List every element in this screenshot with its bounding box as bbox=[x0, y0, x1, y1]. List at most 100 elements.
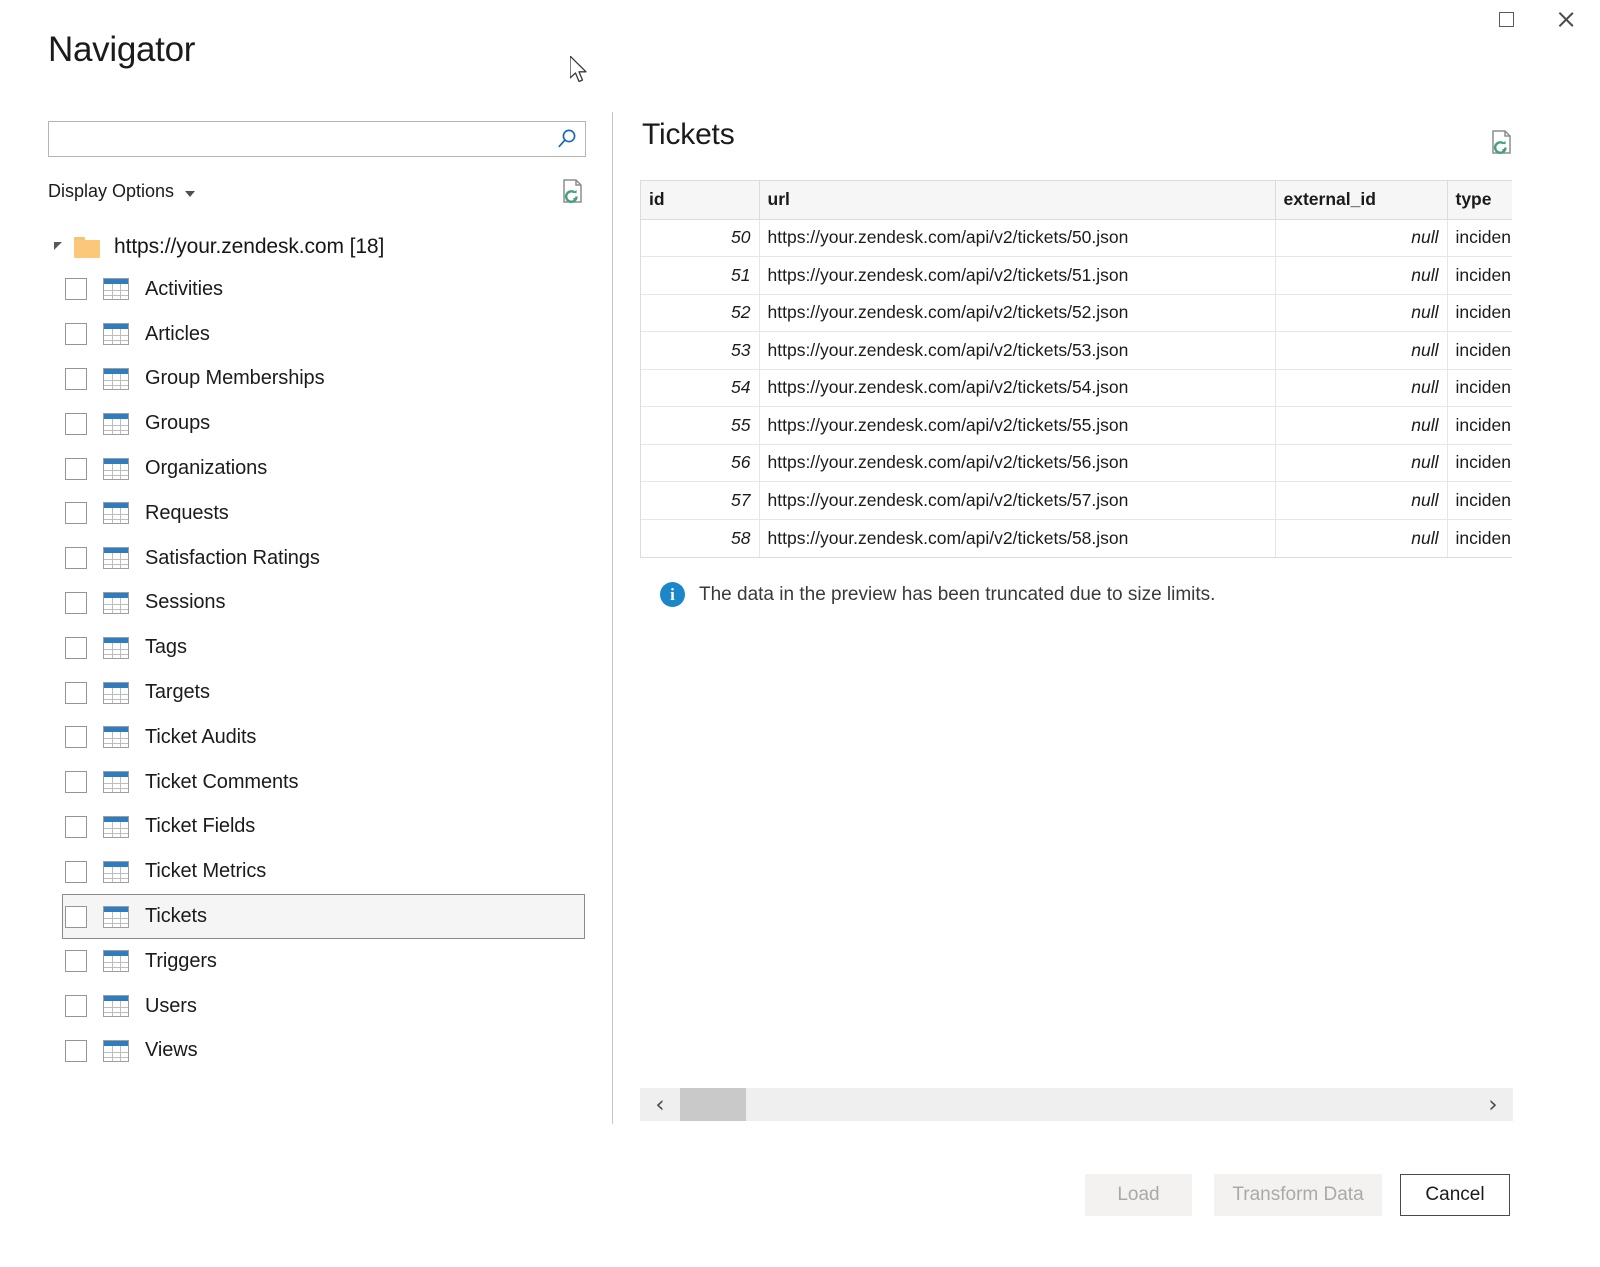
cell-type: inciden bbox=[1447, 482, 1512, 520]
cell-url: https://your.zendesk.com/api/v2/tickets/… bbox=[759, 332, 1275, 370]
tree-item-checkbox[interactable] bbox=[65, 592, 87, 614]
tree-item-group-memberships[interactable]: Group Memberships bbox=[0, 357, 587, 402]
table-row[interactable]: 56https://your.zendesk.com/api/v2/ticket… bbox=[641, 444, 1512, 482]
table-tree: https://your.zendesk.com [18] Activities… bbox=[0, 227, 612, 1073]
table-row[interactable]: 51https://your.zendesk.com/api/v2/ticket… bbox=[641, 257, 1512, 295]
tree-item-checkbox[interactable] bbox=[65, 278, 87, 300]
tree-item-ticket-comments[interactable]: Ticket Comments bbox=[0, 760, 587, 805]
tree-item-checkbox[interactable] bbox=[65, 1040, 87, 1062]
tree-item-checkbox[interactable] bbox=[65, 458, 87, 480]
tree-item-checkbox[interactable] bbox=[65, 368, 87, 390]
cell-type: inciden bbox=[1447, 219, 1512, 257]
table-row[interactable]: 55https://your.zendesk.com/api/v2/ticket… bbox=[641, 407, 1512, 445]
tree-item-triggers[interactable]: Triggers bbox=[0, 939, 587, 984]
cell-external-id: null bbox=[1275, 369, 1447, 407]
expander-expanded-icon[interactable] bbox=[54, 242, 62, 250]
tree-item-checkbox[interactable] bbox=[65, 682, 87, 704]
tree-item-activities[interactable]: Activities bbox=[0, 267, 587, 312]
tree-item-checkbox[interactable] bbox=[65, 950, 87, 972]
column-header-external-id[interactable]: external_id bbox=[1275, 181, 1447, 219]
table-row[interactable]: 52https://your.zendesk.com/api/v2/ticket… bbox=[641, 294, 1512, 332]
search-icon[interactable] bbox=[549, 122, 585, 156]
tree-item-checkbox[interactable] bbox=[65, 861, 87, 883]
table-row[interactable]: 54https://your.zendesk.com/api/v2/ticket… bbox=[641, 369, 1512, 407]
tree-item-sessions[interactable]: Sessions bbox=[0, 581, 587, 626]
cell-type: inciden bbox=[1447, 369, 1512, 407]
scrollbar-thumb[interactable] bbox=[680, 1088, 746, 1121]
display-options-dropdown[interactable]: Display Options bbox=[48, 181, 195, 202]
tree-item-requests[interactable]: Requests bbox=[0, 491, 587, 536]
tree-item-label: Tickets bbox=[145, 905, 207, 928]
table-row[interactable]: 53https://your.zendesk.com/api/v2/ticket… bbox=[641, 332, 1512, 370]
tree-item-views[interactable]: Views bbox=[0, 1029, 587, 1074]
tree-item-checkbox[interactable] bbox=[65, 547, 87, 569]
close-icon bbox=[1556, 9, 1576, 29]
tree-item-ticket-fields[interactable]: Ticket Fields bbox=[0, 805, 587, 850]
tree-item-label: Groups bbox=[145, 412, 210, 435]
tree-item-ticket-audits[interactable]: Ticket Audits bbox=[0, 715, 587, 760]
tree-item-targets[interactable]: Targets bbox=[0, 670, 587, 715]
tree-item-tickets[interactable]: Tickets bbox=[62, 894, 585, 939]
preview-table: id url external_id type 50https://your.z… bbox=[641, 181, 1512, 557]
table-icon bbox=[103, 1040, 129, 1062]
tree-root-node[interactable]: https://your.zendesk.com [18] bbox=[0, 227, 612, 267]
column-header-type[interactable]: type bbox=[1447, 181, 1512, 219]
tree-item-checkbox[interactable] bbox=[65, 726, 87, 748]
tree-item-label: Group Memberships bbox=[145, 367, 324, 390]
cancel-button[interactable]: Cancel bbox=[1400, 1174, 1510, 1216]
restore-window-button[interactable] bbox=[1478, 0, 1534, 38]
tree-item-organizations[interactable]: Organizations bbox=[0, 446, 587, 491]
tree-item-checkbox[interactable] bbox=[65, 637, 87, 659]
mouse-cursor bbox=[570, 56, 590, 86]
tree-item-checkbox[interactable] bbox=[65, 906, 87, 928]
table-icon bbox=[103, 502, 129, 524]
tree-item-satisfaction-ratings[interactable]: Satisfaction Ratings bbox=[0, 536, 587, 581]
tree-item-checkbox[interactable] bbox=[65, 816, 87, 838]
tree-root-label: https://your.zendesk.com [18] bbox=[114, 235, 384, 259]
tree-item-articles[interactable]: Articles bbox=[0, 312, 587, 357]
tree-item-users[interactable]: Users bbox=[0, 984, 587, 1029]
restore-window-icon bbox=[1499, 12, 1514, 27]
tree-item-label: Requests bbox=[145, 502, 229, 525]
column-header-url[interactable]: url bbox=[759, 181, 1275, 219]
column-header-id[interactable]: id bbox=[641, 181, 759, 219]
transform-data-button[interactable]: Transform Data bbox=[1214, 1174, 1382, 1216]
load-button[interactable]: Load bbox=[1085, 1174, 1192, 1216]
cell-external-id: null bbox=[1275, 219, 1447, 257]
table-row[interactable]: 58https://your.zendesk.com/api/v2/ticket… bbox=[641, 519, 1512, 557]
tree-item-checkbox[interactable] bbox=[65, 323, 87, 345]
tree-item-groups[interactable]: Groups bbox=[0, 401, 587, 446]
scrollbar-track[interactable] bbox=[746, 1088, 1473, 1121]
table-row[interactable]: 57https://your.zendesk.com/api/v2/ticket… bbox=[641, 482, 1512, 520]
tree-item-checkbox[interactable] bbox=[65, 502, 87, 524]
cell-type: inciden bbox=[1447, 332, 1512, 370]
tree-item-ticket-metrics[interactable]: Ticket Metrics bbox=[0, 849, 587, 894]
table-icon bbox=[103, 906, 129, 928]
tree-item-label: Ticket Fields bbox=[145, 815, 255, 838]
tree-item-checkbox[interactable] bbox=[65, 771, 87, 793]
search-input[interactable] bbox=[49, 122, 549, 156]
tree-item-checkbox[interactable] bbox=[65, 413, 87, 435]
cell-id: 54 bbox=[641, 369, 759, 407]
navigator-dialog: Navigator Display Options bbox=[0, 0, 1600, 1267]
table-row[interactable]: 50https://your.zendesk.com/api/v2/ticket… bbox=[641, 219, 1512, 257]
preview-title: Tickets bbox=[642, 118, 1520, 152]
cell-id: 56 bbox=[641, 444, 759, 482]
cell-id: 52 bbox=[641, 294, 759, 332]
cell-external-id: null bbox=[1275, 482, 1447, 520]
chevron-right-icon[interactable]: › bbox=[1473, 1088, 1513, 1121]
tree-item-label: Organizations bbox=[145, 457, 267, 480]
refresh-preview-button-right[interactable] bbox=[1485, 126, 1519, 160]
table-icon bbox=[103, 771, 129, 793]
cell-external-id: null bbox=[1275, 407, 1447, 445]
refresh-preview-button-left[interactable] bbox=[556, 175, 590, 209]
tree-item-tags[interactable]: Tags bbox=[0, 625, 587, 670]
cell-external-id: null bbox=[1275, 444, 1447, 482]
tree-item-checkbox[interactable] bbox=[65, 995, 87, 1017]
cell-external-id: null bbox=[1275, 294, 1447, 332]
search-box[interactable] bbox=[48, 121, 586, 157]
cell-id: 55 bbox=[641, 407, 759, 445]
close-window-button[interactable] bbox=[1538, 0, 1594, 38]
chevron-left-icon[interactable]: ‹ bbox=[640, 1088, 680, 1121]
preview-horizontal-scrollbar[interactable]: ‹ › bbox=[640, 1088, 1513, 1121]
